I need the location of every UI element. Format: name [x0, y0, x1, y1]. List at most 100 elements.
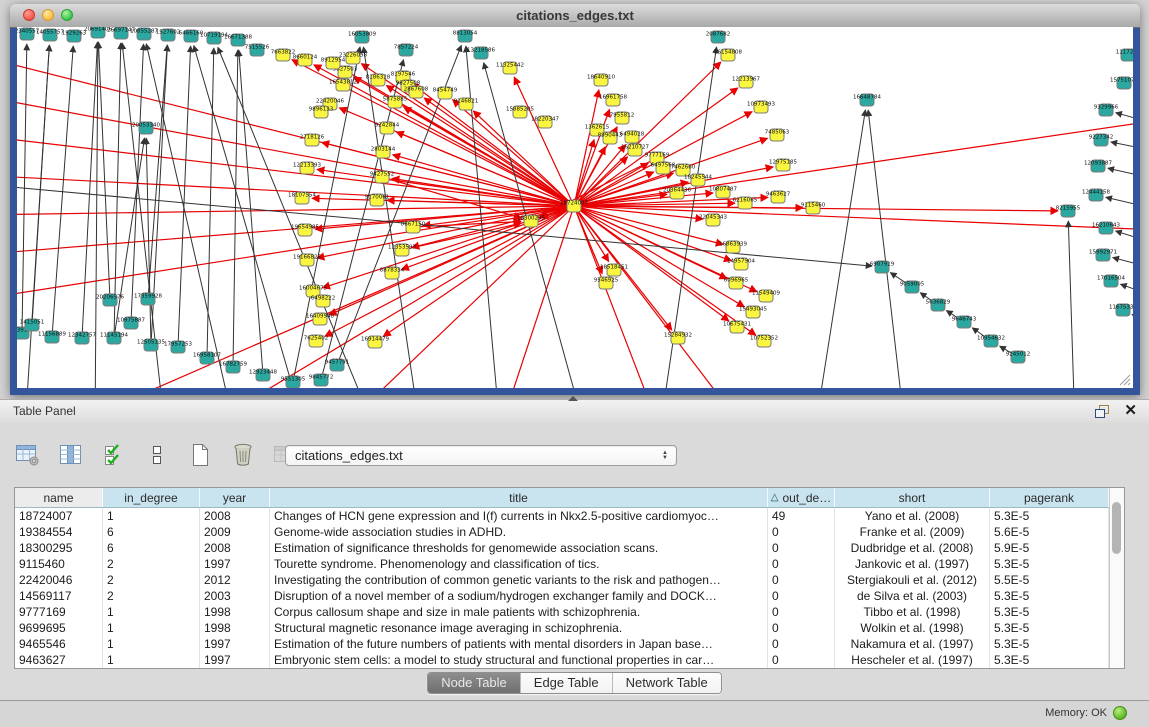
graph-node[interactable]: 6494028 [620, 131, 645, 143]
graph-node[interactable]: 12213967 [732, 76, 760, 88]
graph-edge[interactable] [815, 110, 865, 388]
graph-node[interactable]: 20206576 [96, 294, 124, 306]
graph-edge[interactable] [574, 206, 1133, 230]
column-header-year[interactable]: year [200, 488, 270, 507]
graph-edge[interactable] [218, 47, 375, 388]
graph-node[interactable]: 16782759 [219, 361, 247, 373]
graph-node[interactable]: 16409948 [306, 313, 334, 325]
graph-node[interactable]: 9546925 [594, 277, 619, 289]
graph-node[interactable]: 10807487 [709, 186, 737, 198]
graph-node[interactable]: 12353593 [388, 244, 416, 256]
graph-node[interactable]: 2718126 [300, 134, 325, 146]
table-select-dropdown[interactable]: citations_edges.txt ▲▼ [285, 445, 677, 466]
graph-node[interactable]: 9896133 [309, 106, 334, 118]
column-header-name[interactable]: name [15, 488, 103, 507]
column-header-title[interactable]: title [270, 488, 768, 507]
graph-node[interactable]: 16961758 [599, 94, 627, 106]
graph-node[interactable]: 7485063 [765, 129, 790, 141]
graph-node[interactable]: 16914479 [361, 336, 389, 348]
window-titlebar[interactable]: citations_edges.txt [10, 4, 1140, 28]
graph-node[interactable]: 8660124 [293, 54, 318, 66]
minimize-window-button[interactable] [42, 9, 54, 21]
graph-edge[interactable] [1116, 113, 1133, 125]
graph-node[interactable]: 22045343 [699, 214, 727, 226]
network-graph[interactable]: 2340557140557571929263206914062669714710… [17, 27, 1133, 388]
graph-node[interactable]: 8215955 [1056, 205, 1081, 217]
close-panel-icon[interactable]: ✕ [1124, 403, 1137, 419]
tab-edge-table[interactable]: Edge Table [521, 673, 613, 693]
table-row[interactable]: 911546021997Tourette syndrome. Phenomeno… [15, 556, 1124, 572]
memory-status[interactable]: Memory: OK [1045, 706, 1127, 720]
graph-edge[interactable] [574, 206, 660, 388]
graph-edge[interactable] [17, 55, 574, 206]
graph-node[interactable]: 9059005 [900, 281, 925, 293]
column-header-out_degree[interactable]: △out_de… [768, 488, 835, 507]
graph-node[interactable]: 6907919 [870, 261, 895, 273]
graph-edge[interactable] [233, 50, 238, 367]
graph-node[interactable]: 10973493 [747, 101, 775, 113]
table-row[interactable]: 2242004622012Investigating the contribut… [15, 572, 1124, 588]
graph-node[interactable]: 2867608 [404, 86, 429, 98]
graph-node[interactable]: 13218586 [467, 47, 495, 59]
graph-edge[interactable] [868, 110, 905, 388]
graph-node[interactable]: 9845772 [309, 374, 334, 386]
graph-node[interactable]: 8454749 [433, 87, 458, 99]
tab-network-table[interactable]: Network Table [613, 673, 721, 693]
table-row[interactable]: 1938455462009Genome-wide association stu… [15, 524, 1124, 540]
graph-node[interactable]: 17016504 [1097, 275, 1125, 287]
graph-edge[interactable] [1111, 142, 1133, 152]
graph-edge[interactable] [1113, 258, 1133, 270]
network-canvas[interactable]: 2340557140557571929263206914062669714710… [17, 27, 1133, 388]
table-row[interactable]: 946554611997Estimation of the future num… [15, 636, 1124, 652]
resize-grip-icon[interactable] [1117, 372, 1131, 386]
close-window-button[interactable] [23, 9, 35, 21]
graph-node[interactable]: 1527602 [156, 29, 181, 41]
graph-node[interactable]: 11156889 [38, 331, 66, 343]
tab-node-table[interactable]: Node Table [428, 673, 521, 693]
graph-node[interactable]: 11549409 [752, 290, 780, 302]
graph-node[interactable]: 10752352 [750, 335, 778, 347]
graph-node[interactable]: 6498222 [311, 295, 336, 307]
graph-node[interactable]: 20053340 [132, 122, 160, 134]
scrollbar-thumb[interactable] [1112, 502, 1121, 554]
graph-node[interactable]: 15751074 [1110, 77, 1133, 89]
table-row[interactable]: 1872400712008Changes of HCN gene express… [15, 508, 1124, 524]
graph-node[interactable]: 9329966 [1094, 104, 1119, 116]
table-row[interactable]: 1456911722003Disruption of a novel membe… [15, 588, 1124, 604]
graph-edge[interactable] [148, 45, 167, 299]
show-columns-icon[interactable] [57, 441, 85, 469]
table-row[interactable]: 969969511998Structural magnetic resonanc… [15, 620, 1124, 636]
graph-node[interactable]: 18220347 [531, 116, 559, 128]
graph-node[interactable]: 15992971 [1089, 249, 1117, 261]
table-row[interactable]: 1830029562008Estimation of significance … [15, 540, 1124, 556]
graph-node[interactable]: 12093887 [1084, 160, 1112, 172]
graph-node[interactable]: 16210643 [1092, 222, 1120, 234]
graph-node[interactable]: 12505135 [137, 339, 165, 351]
graph-node[interactable]: 12444158 [1082, 189, 1110, 201]
graph-node[interactable]: 18107554 [288, 192, 316, 204]
column-header-pagerank[interactable]: pagerank [990, 488, 1109, 507]
graph-node[interactable]: 9170061 [365, 194, 390, 206]
graph-node[interactable]: 11675331 [1109, 304, 1133, 316]
graph-node[interactable]: 7955812 [610, 112, 635, 124]
graph-node[interactable]: 16543812 [329, 79, 357, 91]
graph-node[interactable]: 16648784 [853, 94, 881, 106]
graph-node[interactable]: 12342757 [68, 332, 96, 344]
graph-node[interactable]: 19166825 [293, 254, 321, 266]
graph-edge[interactable] [146, 44, 235, 388]
graph-node[interactable]: 9115460 [801, 202, 826, 214]
graph-node[interactable]: 17359928 [134, 293, 162, 305]
float-panel-icon[interactable] [1095, 405, 1110, 418]
graph-node[interactable]: 18518451 [600, 264, 628, 276]
graph-node[interactable]: 7857224 [394, 44, 419, 56]
panel-collapse-handle[interactable] [568, 396, 578, 401]
graph-node[interactable]: 9457791 [325, 359, 350, 371]
graph-edge[interactable] [574, 206, 745, 388]
graph-node[interactable]: 9551305 [281, 376, 306, 388]
graph-node[interactable]: 16958107 [193, 352, 221, 364]
table-settings-icon[interactable] [14, 441, 42, 469]
create-column-icon[interactable] [186, 441, 214, 469]
graph-edge[interactable] [98, 42, 110, 300]
delete-column-icon[interactable] [229, 441, 257, 469]
graph-node[interactable]: 11145194 [100, 332, 128, 344]
